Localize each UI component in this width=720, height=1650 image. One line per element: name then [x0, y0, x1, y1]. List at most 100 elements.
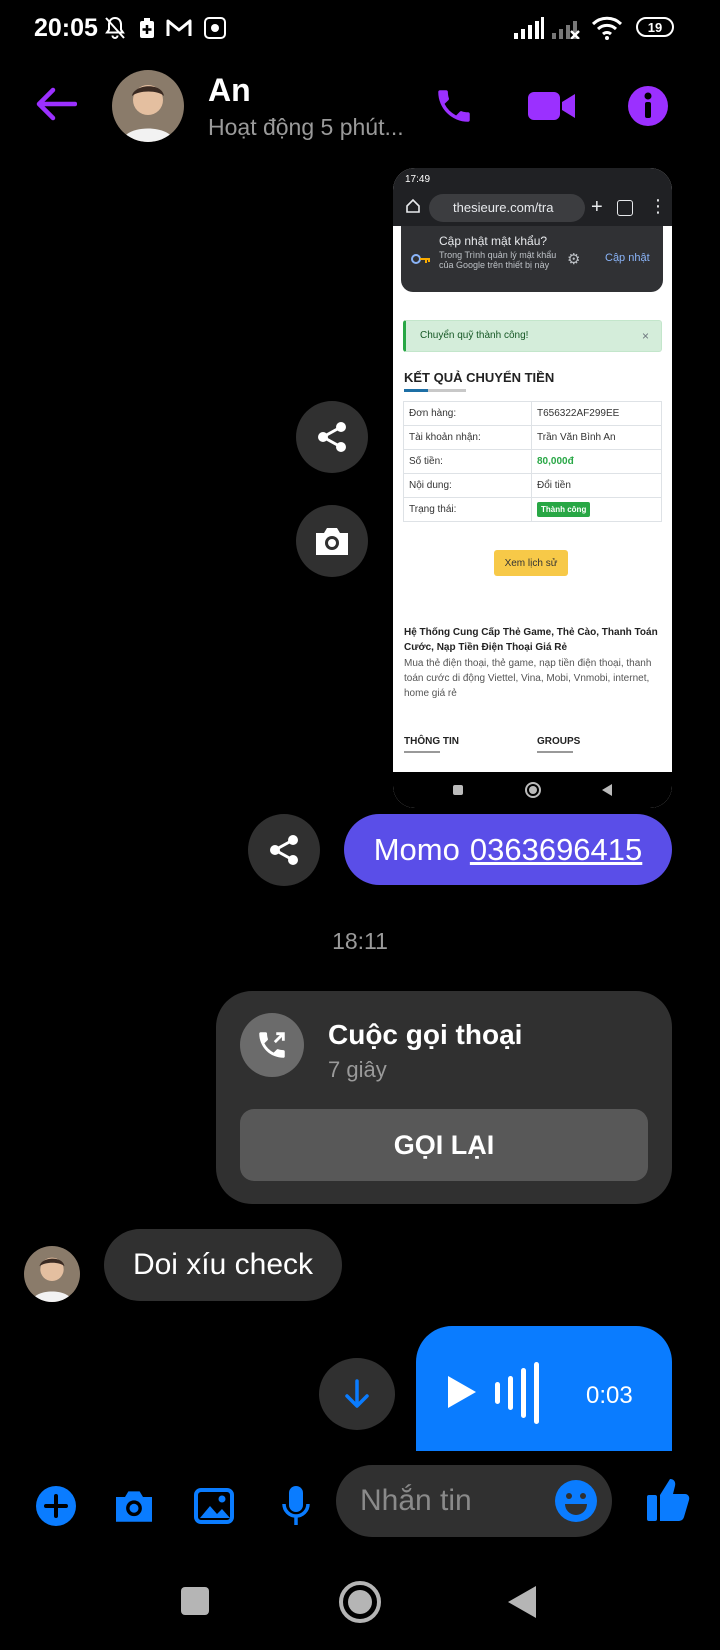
call-duration: 7 giây [328, 1057, 387, 1082]
voice-record-button[interactable] [272, 1482, 320, 1530]
plus-circle-icon [36, 1486, 76, 1526]
screenshot-menu-icon: ⋮ [649, 196, 667, 216]
share-message-button[interactable] [248, 814, 320, 886]
screenshot-home-button-icon [524, 782, 541, 798]
screenshot-time: 17:49 [405, 174, 431, 185]
video-camera-icon [528, 92, 575, 120]
signal-no-service-icon [550, 16, 584, 40]
share-image-button[interactable] [296, 401, 368, 473]
camera-icon [316, 528, 348, 555]
screenshot-key-icon [411, 252, 431, 270]
screenshot-description-body: Mua thẻ điện thoại, thẻ game, nạp tiền đ… [404, 658, 652, 699]
table-cell-label: Trạng thái: [403, 497, 532, 522]
phone-number-link[interactable]: 0363696415 [470, 832, 642, 868]
message-composer [0, 1452, 720, 1552]
screenshot-heading-underline-accent [404, 389, 428, 392]
voice-call-button[interactable] [428, 80, 480, 132]
screenshot-back-icon [601, 784, 612, 796]
shared-screenshot-image[interactable]: 17:49 thesieure.com/tra + ⋮ Cập nhật mật… [393, 168, 672, 808]
table-row: Tài khoản nhận: Trần Văn Bình An [403, 425, 662, 450]
message-input-container[interactable] [336, 1465, 612, 1537]
table-row: Số tiền: 80,000đ [403, 449, 662, 474]
square-icon [181, 1587, 209, 1615]
status-bar: 20:05 19 [0, 0, 720, 56]
table-cell-value: 80,000đ [531, 449, 662, 474]
table-cell-label: Tài khoản nhận: [403, 425, 532, 450]
play-icon [448, 1376, 476, 1408]
emoji-button[interactable] [554, 1479, 598, 1528]
contact-name[interactable]: An [208, 72, 251, 109]
back-button[interactable] [30, 78, 82, 130]
screenshot-tabs-icon [617, 200, 633, 216]
table-row: Trạng thái: Thành công [403, 497, 662, 522]
screenshot-popup-desc: Trong Trình quản lý mật khẩu của Google … [439, 250, 557, 270]
message-text: Momo [373, 831, 460, 867]
back-nav-button[interactable] [506, 1584, 538, 1625]
share-icon [270, 835, 298, 865]
home-button[interactable] [338, 1580, 382, 1629]
screenshot-new-tab-icon: + [591, 196, 603, 218]
smiley-icon [555, 1480, 597, 1522]
screenshot-nav-bar [393, 772, 672, 808]
home-circle-icon [339, 1581, 381, 1623]
table-cell-label: Đơn hàng: [403, 401, 532, 426]
voice-call-card[interactable]: Cuộc gọi thoại 7 giây GỌI LẠI [216, 991, 672, 1204]
screenshot-history-button: Xem lịch sử [494, 550, 568, 576]
gallery-button[interactable] [190, 1482, 238, 1530]
like-button[interactable] [644, 1476, 692, 1524]
voice-message-bubble[interactable]: 0:03 [416, 1326, 672, 1451]
back-arrow-icon [36, 87, 77, 121]
camera-reply-button[interactable] [296, 505, 368, 577]
info-icon [628, 86, 668, 126]
video-call-button[interactable] [526, 80, 578, 132]
gmail-icon [164, 16, 194, 40]
battery-saver-icon [136, 16, 158, 40]
table-cell-value: Trần Văn Bình An [531, 425, 662, 450]
table-cell-value: Thành công [531, 497, 662, 522]
voice-duration: 0:03 [586, 1382, 633, 1409]
screenshot-settings-icon: ⚙ [567, 251, 581, 268]
triangle-back-icon [508, 1586, 536, 1618]
image-icon [194, 1488, 234, 1524]
microphone-icon [282, 1486, 310, 1525]
screenshot-footer-groups-line [537, 751, 573, 753]
outgoing-message-bubble[interactable]: Momo 0363696415 [344, 814, 672, 885]
screen-record-icon [202, 16, 228, 40]
incoming-message-bubble[interactable]: Doi xíu check [104, 1229, 342, 1301]
scroll-to-bottom-button[interactable] [319, 1358, 395, 1430]
camera-button[interactable] [110, 1482, 158, 1530]
recents-button[interactable] [180, 1586, 210, 1621]
table-cell-label: Số tiền: [403, 449, 532, 474]
conversation-info-button[interactable] [622, 80, 674, 132]
message-input[interactable] [360, 1483, 540, 1519]
play-voice-button[interactable] [446, 1374, 478, 1415]
system-navigation-bar [0, 1560, 720, 1650]
waveform-icon [495, 1362, 539, 1424]
phone-icon [438, 90, 470, 122]
outgoing-call-icon [259, 1032, 285, 1058]
voice-waveform [494, 1362, 540, 1429]
screenshot-url: thesieure.com/tra [429, 194, 585, 222]
contact-avatar[interactable] [112, 70, 184, 142]
screenshot-footer-groups: GROUPS [537, 736, 581, 747]
contact-active-status: Hoạt động 5 phút... [208, 114, 404, 140]
table-row: Nội dung: Đổi tiền [403, 473, 662, 498]
screenshot-password-popup: Cập nhật mật khẩu? Trong Trình quản lý m… [401, 226, 663, 292]
screenshot-popup-title: Cập nhật mật khẩu? [439, 234, 548, 248]
screenshot-result-table: Đơn hàng: T656322AF299EE Tài khoản nhận: T… [403, 401, 662, 522]
thumbs-up-icon [647, 1479, 690, 1521]
screenshot-recents-icon [453, 785, 464, 795]
screenshot-popup-update: Cập nhật [605, 252, 650, 264]
table-cell-value: T656322AF299EE [531, 401, 662, 426]
screenshot-home-icon [405, 198, 421, 219]
screenshot-success-alert: Chuyển quỹ thành công! × [403, 320, 662, 352]
screenshot-alert-text: Chuyển quỹ thành công! [420, 330, 529, 341]
signal-icon [512, 16, 546, 40]
avatar-photo-icon [24, 1246, 80, 1302]
message-text: Doi xíu check [132, 1248, 314, 1281]
status-time: 20:05 [34, 14, 98, 42]
sender-avatar[interactable] [24, 1246, 80, 1302]
more-actions-button[interactable] [32, 1482, 80, 1530]
screenshot-description-title: Hệ Thống Cung Cấp Thẻ Game, Thẻ Cào, Tha… [404, 627, 658, 653]
call-back-button[interactable]: GỌI LẠI [240, 1109, 648, 1181]
